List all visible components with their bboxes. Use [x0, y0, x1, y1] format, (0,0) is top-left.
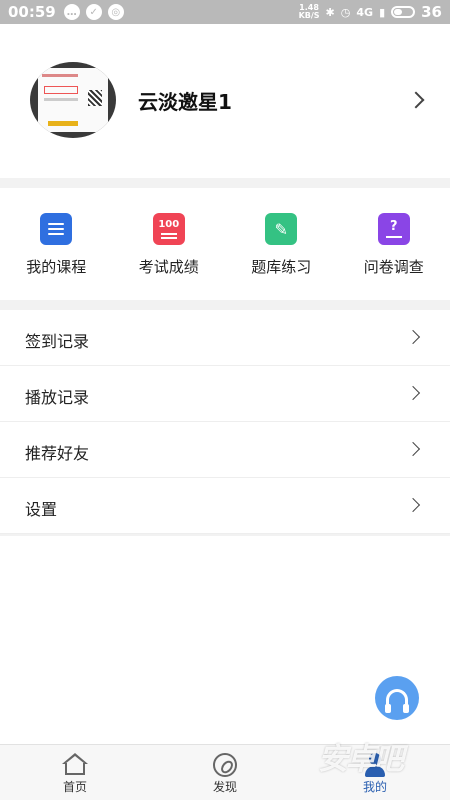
- message-icon: …: [63, 4, 80, 20]
- profile-card[interactable]: 云淡邀星1: [0, 24, 450, 178]
- tab-label: 首页: [62, 780, 87, 794]
- quick-action-my-courses[interactable]: 我的课程: [0, 188, 113, 300]
- question-bank-icon: ✎: [265, 213, 298, 245]
- quick-action-label: 题库练习: [251, 258, 312, 276]
- menu-item-sign-in-records[interactable]: 签到记录: [0, 310, 450, 366]
- headset-icon: [385, 689, 409, 713]
- bluetooth-icon: ✱: [325, 5, 335, 19]
- quick-action-question-bank[interactable]: ✎ 题库练习: [225, 188, 338, 300]
- tab-discover[interactable]: 发现: [150, 745, 300, 800]
- watermark-logo: 安卓吧: [318, 742, 404, 777]
- battery-icon: [391, 6, 416, 18]
- exam-score-icon: 100: [152, 213, 185, 245]
- chevron-right-icon: [405, 329, 421, 345]
- hotspot-icon: ◎: [107, 4, 124, 20]
- status-time: 00:59: [8, 3, 56, 21]
- battery-percent: 36: [421, 3, 442, 21]
- menu-item-label: 播放记录: [25, 388, 90, 407]
- chevron-right-icon[interactable]: [407, 91, 425, 109]
- tab-home[interactable]: 首页: [0, 745, 150, 800]
- quick-action-label: 我的课程: [26, 258, 87, 276]
- chevron-right-icon: [405, 497, 421, 513]
- menu-item-settings[interactable]: 设置: [0, 478, 450, 534]
- quick-action-exam-scores[interactable]: 100 考试成绩: [113, 188, 226, 300]
- menu-item-recommend-friends[interactable]: 推荐好友: [0, 422, 450, 478]
- menu-item-label: 签到记录: [25, 332, 90, 351]
- tab-label: 我的: [362, 780, 387, 794]
- quick-action-label: 考试成绩: [138, 258, 199, 276]
- username: 云淡邀星1: [138, 90, 232, 114]
- status-right: 1.48 KB/S ✱ ◷ 4G ▮ 36: [299, 3, 442, 21]
- alarm-icon: ◷: [340, 5, 351, 19]
- quick-action-survey[interactable]: ? 问卷调查: [338, 188, 450, 300]
- customer-service-button[interactable]: [375, 676, 419, 720]
- chevron-right-icon: [405, 441, 421, 457]
- signal-label: 4G: [356, 5, 374, 19]
- net-speed: 1.48 KB/S: [298, 3, 320, 20]
- menu-item-label: 推荐好友: [25, 444, 90, 463]
- menu-item-label: 设置: [25, 500, 58, 519]
- signal-icon: ▮: [379, 5, 386, 19]
- course-list-icon: [40, 213, 73, 245]
- survey-icon: ?: [377, 213, 410, 245]
- quick-actions: 我的课程 100 考试成绩 ✎ 题库练习 ? 问卷调查: [0, 188, 450, 300]
- status-bar: 00:59 … ✓ ◎ 1.48 KB/S ✱ ◷ 4G ▮ 36: [0, 0, 450, 24]
- check-icon: ✓: [85, 4, 102, 20]
- tab-label: 发现: [212, 780, 237, 794]
- avatar[interactable]: [30, 62, 116, 138]
- menu-item-play-history[interactable]: 播放记录: [0, 366, 450, 422]
- compass-icon: [213, 753, 237, 777]
- quick-action-label: 问卷调查: [363, 258, 424, 276]
- menu-list: 签到记录 播放记录 推荐好友 设置: [0, 310, 450, 534]
- chevron-right-icon: [405, 385, 421, 401]
- avatar-image: [38, 68, 108, 132]
